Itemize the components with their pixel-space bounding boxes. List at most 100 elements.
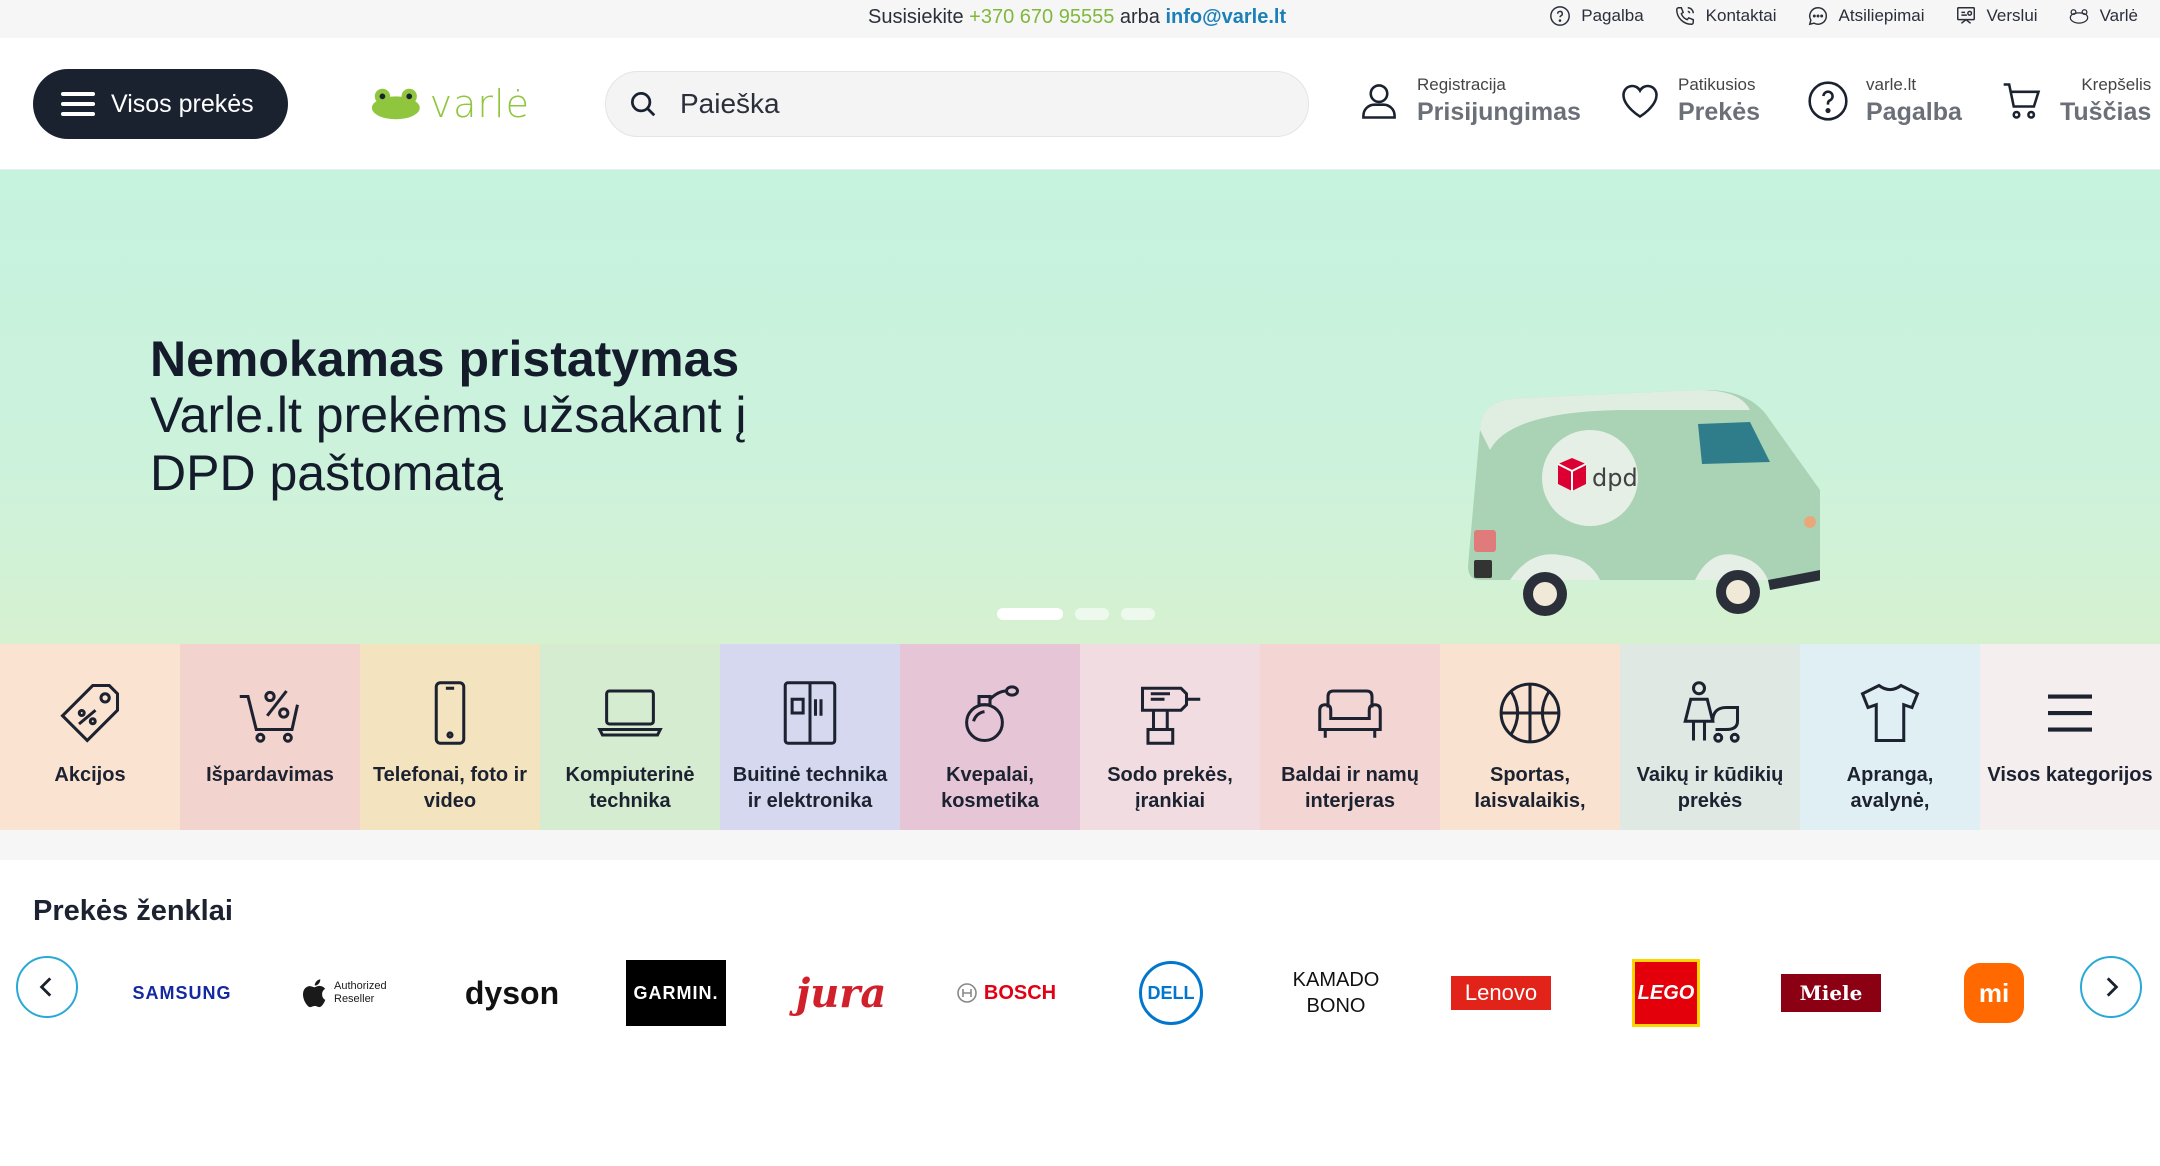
brands-title: Prekės ženklai xyxy=(33,895,233,927)
logo-wordmark: varlė xyxy=(429,82,530,126)
banner-subtitle: Varle.lt prekėms užsakant į DPD paštomat… xyxy=(150,387,747,501)
brand-samsung[interactable]: SAMSUNG xyxy=(122,958,242,1028)
category-label: Kompiuterinė technika xyxy=(565,764,695,812)
tag-icon xyxy=(60,683,120,743)
carousel-dot-2[interactable] xyxy=(1075,608,1109,620)
category-buitine-technika[interactable]: Buitinė technika ir elektronika xyxy=(720,644,900,830)
category-label: Telefonai, foto ir video xyxy=(372,764,528,812)
category-label: Baldai ir namų interjeras xyxy=(1281,764,1419,812)
child-stroller-icon xyxy=(1683,681,1740,743)
category-bar: Akcijos Išpardavimas Telefonai, foto ir … xyxy=(0,644,2160,830)
category-sportas[interactable]: Sportas, laisvalaikis, xyxy=(1440,644,1620,830)
category-label: Apranga, avalynė, xyxy=(1846,764,1934,812)
favorites-link[interactable]: Patikusios Prekės xyxy=(1618,74,1760,128)
all-products-menu-button[interactable]: Visos prekės xyxy=(33,69,288,139)
hamburger-icon xyxy=(61,86,95,122)
category-vaiku-prekes[interactable]: Vaikų ir kūdikių prekės xyxy=(1620,644,1800,830)
brand-logo-text: BOSCH xyxy=(983,981,1057,1004)
business-icon xyxy=(1956,7,1975,24)
help-small-label: varle.lt xyxy=(1866,75,1917,94)
top-link-label: Varlė xyxy=(2099,6,2138,25)
favorites-big-label: Prekės xyxy=(1678,98,1761,126)
brand-logo-text: DELL xyxy=(1147,982,1195,1003)
brand-logo-text: KAMADO BONO xyxy=(1292,969,1380,1017)
account-big-label: Prisijungimas xyxy=(1417,98,1581,126)
brand-logo-text: GARMIN. xyxy=(633,982,719,1003)
van-logo-text: dpd xyxy=(1592,464,1638,492)
email-link[interactable]: info@varle.lt xyxy=(1165,6,1286,28)
brand-logo-text: mi xyxy=(1978,977,2010,1008)
category-baldai[interactable]: Baldai ir namų interjeras xyxy=(1260,644,1440,830)
search-bar[interactable] xyxy=(605,71,1309,137)
search-input[interactable] xyxy=(680,88,1240,120)
top-link-label: Pagalba xyxy=(1581,6,1644,25)
account-small-label: Registracija xyxy=(1417,75,1506,94)
chevron-left-icon xyxy=(39,977,52,997)
help-link[interactable]: varle.lt Pagalba xyxy=(1806,74,1962,128)
contact-or: arba xyxy=(1119,6,1160,28)
brand-miele[interactable]: Miele xyxy=(1771,958,1891,1028)
brand-dell[interactable]: DELL xyxy=(1111,958,1231,1028)
cart-big-label: Tuščias xyxy=(2060,98,2152,126)
category-akcijos[interactable]: Akcijos xyxy=(0,644,180,830)
category-label: Akcijos xyxy=(54,764,126,786)
brand-xiaomi[interactable]: mi xyxy=(1934,958,2054,1028)
brand-apple[interactable]: Authorized Reseller xyxy=(287,958,407,1028)
category-label: Buitinė technika ir elektronika xyxy=(732,764,888,812)
top-link-kontaktai[interactable]: Kontaktai xyxy=(1674,5,1777,27)
brand-logo-text: Authorized Reseller xyxy=(334,980,387,1005)
favorites-small-label: Patikusios xyxy=(1678,75,1756,94)
top-link-label: Verslui xyxy=(1986,6,2038,25)
top-link-verslui[interactable]: Verslui xyxy=(1955,5,2038,27)
basketball-icon xyxy=(1499,682,1561,744)
category-apranga[interactable]: Apranga, avalynė, xyxy=(1800,644,1980,830)
menu-button-label: Visos prekės xyxy=(111,89,254,118)
chevron-right-icon xyxy=(2106,977,2119,997)
brand-bosch[interactable]: BOSCH xyxy=(946,958,1066,1028)
top-link-label: Kontaktai xyxy=(1705,6,1777,25)
help-big-label: Pagalba xyxy=(1866,98,1962,126)
brands-next-button[interactable] xyxy=(2080,956,2142,1018)
phone-link[interactable]: +370 670 95555 xyxy=(969,6,1114,28)
category-ispardavimas[interactable]: Išpardavimas xyxy=(180,644,360,830)
carousel-dot-1[interactable] xyxy=(997,608,1063,620)
help-icon xyxy=(1550,6,1571,26)
hero-banner[interactable]: Nemokamas pristatymas Varle.lt prekėms u… xyxy=(0,170,2160,644)
sofa-icon xyxy=(1318,689,1382,738)
top-link-pagalba[interactable]: Pagalba xyxy=(1549,5,1644,27)
cart-icon xyxy=(2003,83,2041,119)
top-link-atsiliepimai[interactable]: Atsiliepimai xyxy=(1807,5,1925,27)
brand-lenovo[interactable]: Lenovo xyxy=(1441,958,1561,1028)
top-link-varle[interactable]: Varlė xyxy=(2068,5,2138,27)
user-icon xyxy=(1362,84,1396,119)
category-kvepalai[interactable]: Kvepalai, kosmetika xyxy=(900,644,1080,830)
category-visos-kategorijos[interactable]: Visos kategorijos xyxy=(1980,644,2160,830)
menu-icon xyxy=(2048,694,2092,732)
account-login[interactable]: Registracija Prisijungimas xyxy=(1357,74,1581,128)
brand-logo-text: Lenovo xyxy=(1464,980,1538,1005)
contact-info: Susisiekite +370 670 95555 arba info@var… xyxy=(868,6,1286,29)
carousel-dot-3[interactable] xyxy=(1121,608,1155,620)
heart-icon xyxy=(1622,84,1658,119)
delivery-van-illustration: dpd xyxy=(1468,390,1820,616)
frog-icon xyxy=(2069,9,2088,24)
brand-lego[interactable]: LEGO xyxy=(1606,958,1726,1028)
cart-link[interactable]: Krepšelis Tuščias xyxy=(2000,74,2151,128)
category-label: Visos kategorijos xyxy=(1987,764,2153,786)
brands-prev-button[interactable] xyxy=(16,956,78,1018)
brand-jura[interactable]: jura xyxy=(781,958,901,1028)
brand-kamado-bono[interactable]: KAMADO BONO xyxy=(1276,958,1396,1028)
brand-logo-text: jura xyxy=(795,969,887,1017)
category-sodo-prekes[interactable]: Sodo prekės, įrankiai xyxy=(1080,644,1260,830)
brand-logo-text: SAMSUNG xyxy=(132,982,232,1003)
cart-small-label: Krepšelis xyxy=(2081,75,2152,94)
brand-dyson[interactable]: dyson xyxy=(452,958,572,1028)
contact-prefix: Susisiekite xyxy=(868,6,964,28)
category-kompiuterine-technika[interactable]: Kompiuterinė technika xyxy=(540,644,720,830)
category-telefonai[interactable]: Telefonai, foto ir video xyxy=(360,644,540,830)
chat-icon xyxy=(1808,7,1827,26)
site-logo[interactable]: varlė xyxy=(370,82,530,126)
category-label: Sportas, laisvalaikis, xyxy=(1474,764,1586,812)
brand-garmin[interactable]: GARMIN. xyxy=(616,958,736,1028)
search-icon xyxy=(631,92,656,117)
